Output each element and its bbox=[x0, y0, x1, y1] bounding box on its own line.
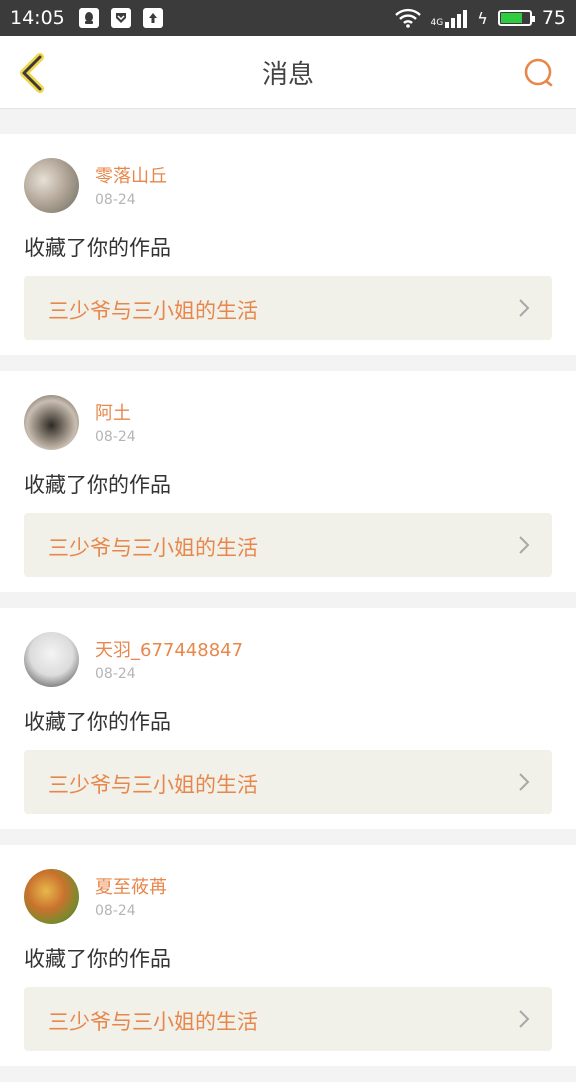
search-button[interactable] bbox=[522, 56, 556, 90]
charging-icon: ϟ bbox=[477, 8, 488, 28]
message-text: 收藏了你的作品 bbox=[24, 947, 171, 971]
username[interactable]: 阿土 bbox=[95, 399, 131, 425]
wifi-icon bbox=[394, 8, 421, 28]
status-bar: 14:05 4G ϟ 75 bbox=[0, 0, 576, 36]
qq-icon bbox=[78, 8, 99, 28]
message-text: 收藏了你的作品 bbox=[24, 710, 171, 734]
avatar[interactable] bbox=[24, 395, 79, 450]
chevron-right-icon bbox=[519, 1010, 530, 1028]
work-link[interactable]: 三少爷与三小姐的生活 bbox=[24, 987, 552, 1051]
message-card: 阿土 08-24 收藏了你的作品 三少爷与三小姐的生活 bbox=[0, 371, 576, 592]
message-text: 收藏了你的作品 bbox=[24, 473, 171, 497]
message-text: 收藏了你的作品 bbox=[24, 236, 171, 260]
work-title: 三少爷与三小姐的生活 bbox=[48, 1010, 258, 1034]
avatar[interactable] bbox=[24, 158, 79, 213]
work-title: 三少爷与三小姐的生活 bbox=[48, 773, 258, 797]
battery-icon bbox=[497, 10, 535, 26]
username[interactable]: 零落山丘 bbox=[95, 162, 167, 188]
battery-percent: 75 bbox=[541, 7, 566, 29]
avatar[interactable] bbox=[24, 869, 79, 924]
work-title: 三少爷与三小姐的生活 bbox=[48, 299, 258, 323]
username[interactable]: 夏至莜苒 bbox=[95, 873, 167, 899]
chevron-right-icon bbox=[519, 299, 530, 317]
message-card: 夏至莜苒 08-24 收藏了你的作品 三少爷与三小姐的生活 bbox=[0, 845, 576, 1066]
work-link[interactable]: 三少爷与三小姐的生活 bbox=[24, 750, 552, 814]
message-date: 08-24 bbox=[95, 666, 136, 682]
avatar[interactable] bbox=[24, 632, 79, 687]
message-list: 零落山丘 08-24 收藏了你的作品 三少爷与三小姐的生活 阿土 08-24 收… bbox=[0, 118, 576, 1082]
back-button[interactable] bbox=[14, 52, 50, 94]
username[interactable]: 天羽_677448847 bbox=[95, 636, 243, 662]
chevron-right-icon bbox=[519, 536, 530, 554]
nav-header: 消息 bbox=[0, 36, 576, 109]
shield-icon bbox=[110, 8, 131, 28]
work-link[interactable]: 三少爷与三小姐的生活 bbox=[24, 276, 552, 340]
network-type: 4G bbox=[430, 18, 444, 28]
status-time: 14:05 bbox=[10, 7, 65, 29]
message-card: 天羽_677448847 08-24 收藏了你的作品 三少爷与三小姐的生活 bbox=[0, 608, 576, 829]
work-title: 三少爷与三小姐的生活 bbox=[48, 536, 258, 560]
upload-icon bbox=[142, 8, 163, 28]
message-date: 08-24 bbox=[95, 903, 136, 919]
chevron-right-icon bbox=[519, 773, 530, 791]
message-card: 零落山丘 08-24 收藏了你的作品 三少爷与三小姐的生活 bbox=[0, 134, 576, 355]
page-title: 消息 bbox=[261, 59, 314, 90]
signal-icon: 4G bbox=[431, 8, 468, 28]
message-date: 08-24 bbox=[95, 429, 136, 445]
message-date: 08-24 bbox=[95, 192, 136, 208]
work-link[interactable]: 三少爷与三小姐的生活 bbox=[24, 513, 552, 577]
